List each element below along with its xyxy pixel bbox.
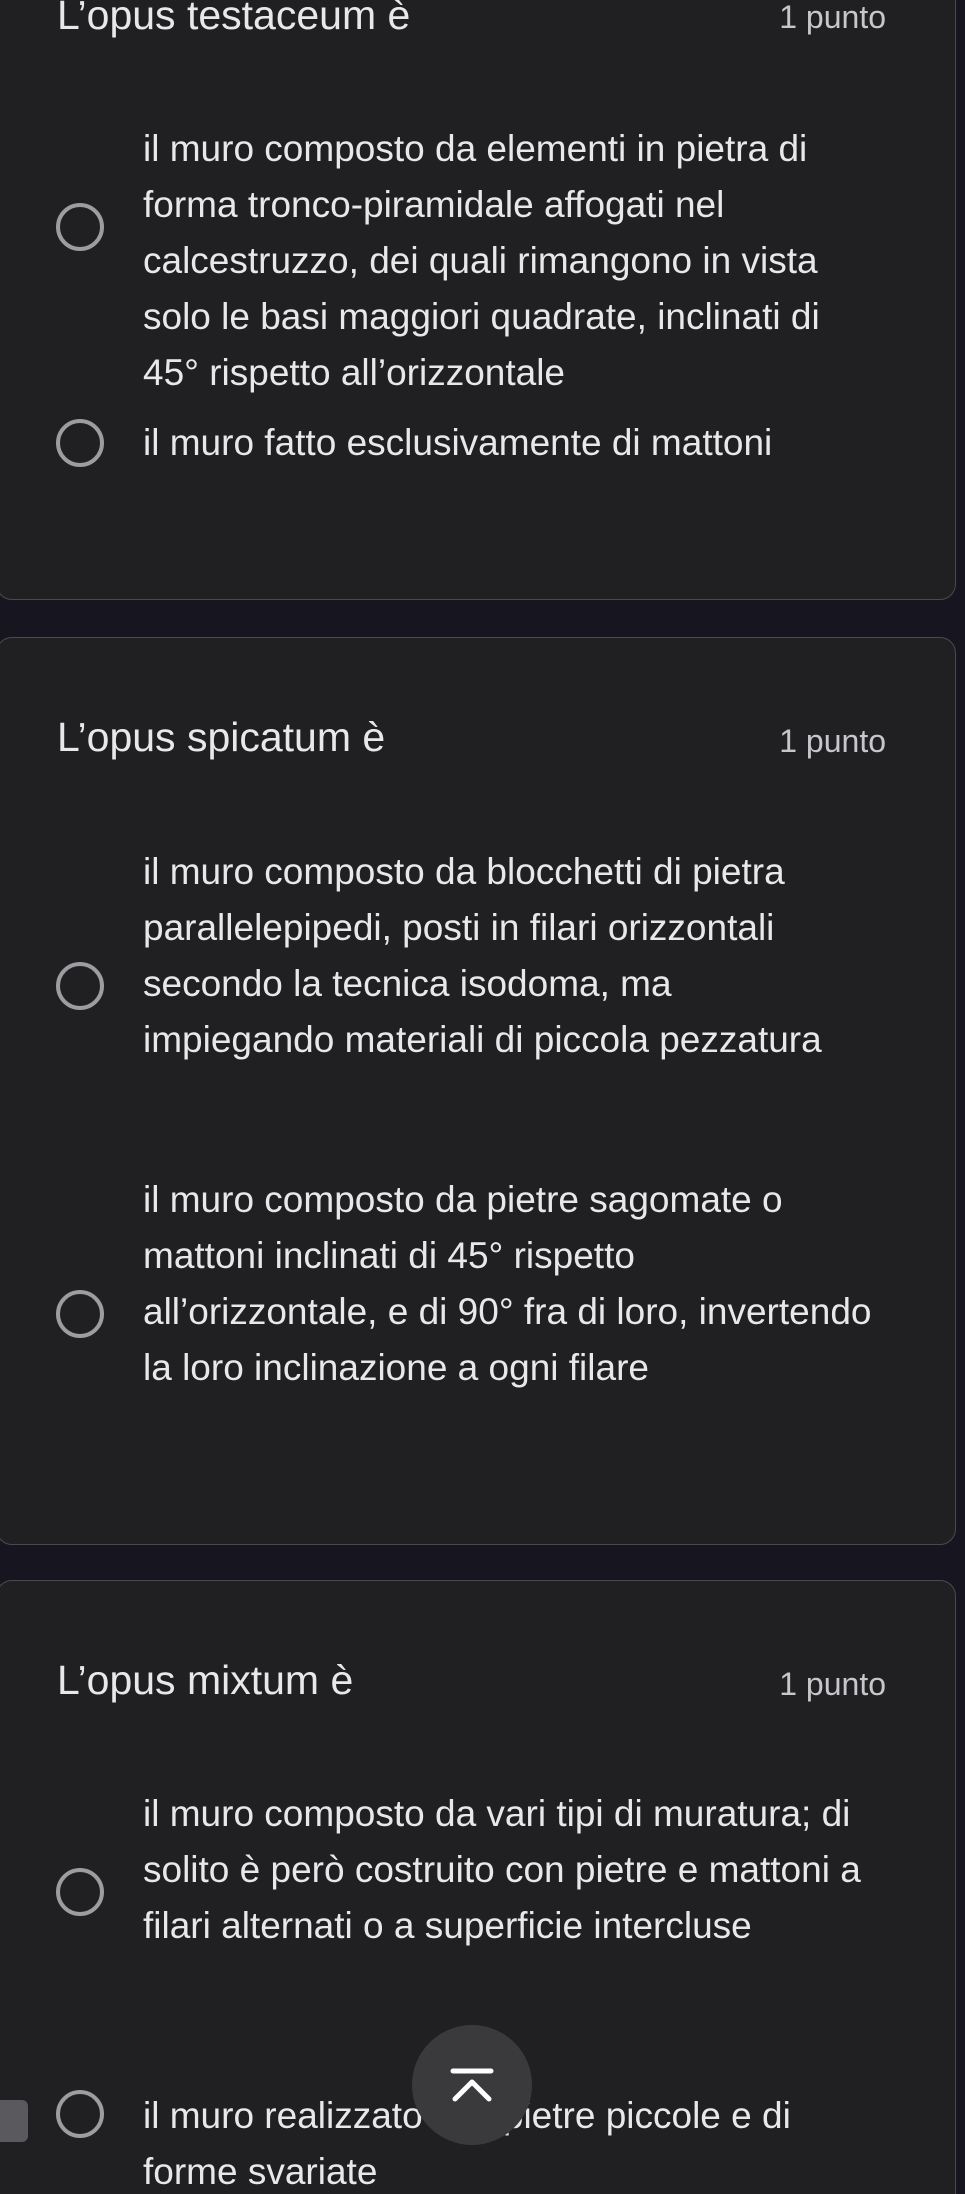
option-label: il muro composto da blocchetti di pietra… bbox=[143, 851, 822, 1060]
question-points: 1 punto bbox=[779, 0, 886, 35]
question-title: L’opus spicatum è bbox=[57, 714, 386, 760]
radio-button[interactable] bbox=[56, 1868, 104, 1916]
question-card: L’opus spicatum è 1 punto il muro compos… bbox=[0, 637, 956, 1545]
form-page: L’opus testaceum è 1 punto il muro compo… bbox=[0, 0, 965, 2194]
option-label: il muro composto da pietre sagomate o ma… bbox=[143, 1179, 872, 1388]
radio-button[interactable] bbox=[56, 962, 104, 1010]
option-label: il muro fatto esclusivamente di mattoni bbox=[143, 422, 773, 463]
scroll-to-top-button[interactable] bbox=[412, 2025, 532, 2145]
option-label: il muro composto da vari tipi di muratur… bbox=[143, 1793, 861, 1946]
question-card: L’opus testaceum è 1 punto il muro compo… bbox=[0, 0, 956, 600]
radio-button[interactable] bbox=[56, 203, 104, 251]
radio-button[interactable] bbox=[56, 1290, 104, 1338]
question-points: 1 punto bbox=[779, 1666, 886, 1702]
option-label: il muro composto da elementi in pietra d… bbox=[143, 128, 820, 393]
scroll-to-top-icon bbox=[450, 2068, 494, 2102]
radio-button[interactable] bbox=[56, 419, 104, 467]
question-points: 1 punto bbox=[779, 723, 886, 759]
question-title: L’opus testaceum è bbox=[57, 0, 411, 38]
question-title: L’opus mixtum è bbox=[57, 1657, 354, 1703]
side-handle[interactable] bbox=[0, 2100, 28, 2142]
radio-button[interactable] bbox=[56, 2090, 104, 2138]
